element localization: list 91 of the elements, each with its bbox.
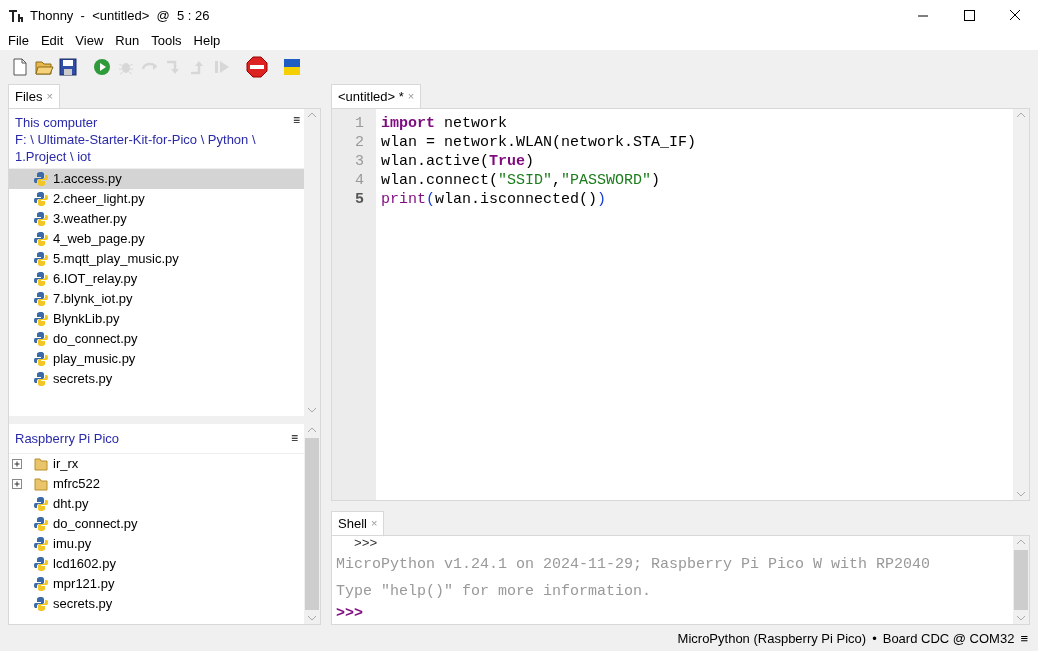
scrollbar[interactable] [304, 424, 320, 624]
shell-output: Type "help()" for more information. [336, 582, 652, 602]
port-status[interactable]: Board CDC @ COM32 [882, 629, 1015, 649]
location-title: Raspberry Pi Pico [15, 430, 120, 448]
status-separator: • [872, 630, 877, 649]
run-icon[interactable] [92, 57, 112, 77]
directory-entry[interactable]: 6.IOT_relay.py [9, 269, 304, 289]
expand-icon[interactable] [11, 477, 23, 490]
new-file-icon[interactable] [10, 57, 30, 77]
python-file-icon [33, 211, 49, 227]
shell-prompt: >>> [353, 536, 378, 551]
directory-entry[interactable]: BlynkLib.py [9, 309, 304, 329]
directory-entry[interactable]: 3.weather.py [9, 209, 304, 229]
scroll-up-icon[interactable] [1016, 538, 1026, 546]
directory-entry[interactable]: do_connect.py [9, 329, 304, 349]
directory-entry[interactable]: mfrc522 [9, 473, 304, 494]
directory-entry[interactable]: 4_web_page.py [9, 229, 304, 249]
python-file-icon [33, 271, 49, 287]
path-breadcrumb[interactable]: F: \ Ultimate-Starter-Kit-for-Pico \ Python \ 1.Project \ iot [15, 131, 298, 165]
save-icon[interactable] [58, 57, 78, 77]
shell-tab[interactable]: Shell × [331, 511, 385, 535]
directory-entry[interactable]: secrets.py [9, 369, 304, 389]
status-menu-icon[interactable]: ≡ [1020, 629, 1028, 649]
line-number: 4 [354, 171, 364, 190]
python-file-icon [33, 595, 49, 612]
python-file-icon [33, 555, 49, 572]
code-line: wlan = network.WLAN(network.STA_IF) [381, 133, 697, 152]
interpreter-status[interactable]: MicroPython (Raspberry Pi Pico) [677, 629, 867, 649]
line-number: 2 [354, 133, 364, 152]
scroll-down-icon[interactable] [1016, 614, 1026, 622]
directory-entry[interactable]: do_connect.py [9, 513, 304, 534]
directory-entry[interactable]: lcd1602.py [9, 553, 304, 574]
python-file-icon [33, 251, 49, 267]
python-file-icon [33, 311, 49, 327]
line-number: 5 [354, 190, 364, 209]
directory-entry[interactable]: 1.access.py [9, 169, 304, 189]
expand-icon[interactable] [11, 457, 23, 470]
code-line: wlan.connect("SSID","PASSWORD") [381, 171, 661, 190]
files-tab[interactable]: Files × [8, 84, 60, 108]
scroll-down-icon[interactable] [307, 406, 317, 414]
scrollbar[interactable] [304, 109, 320, 416]
folder-icon [33, 475, 49, 492]
python-file-icon [33, 575, 49, 592]
panel-menu-icon[interactable]: ≡ [293, 112, 300, 129]
scrollbar[interactable] [1013, 109, 1029, 500]
directory-entry[interactable]: imu.py [9, 533, 304, 554]
menu-item[interactable]: Help [187, 31, 227, 51]
directory-entry[interactable]: secrets.py [9, 593, 304, 614]
stop-sign-icon[interactable] [246, 56, 268, 78]
python-file-icon [33, 515, 49, 532]
directory-entry[interactable]: ir_rx [9, 453, 304, 474]
app-logo-icon [8, 8, 24, 24]
scroll-up-icon[interactable] [307, 111, 317, 119]
scroll-up-icon[interactable] [307, 426, 317, 434]
scroll-down-icon[interactable] [307, 614, 317, 622]
code-line: print(wlan.isconnected()) [381, 190, 607, 209]
shell-prompt[interactable]: >>> [336, 605, 363, 623]
directory-entry[interactable]: 5.mqtt_play_music.py [9, 249, 304, 269]
python-file-icon [33, 291, 49, 307]
window-title: Thonny - <untitled> @ 5 : 26 [30, 7, 210, 26]
python-file-icon [33, 331, 49, 347]
python-file-icon [33, 371, 49, 387]
directory-entry[interactable]: mpr121.py [9, 573, 304, 594]
python-file-icon [33, 231, 49, 247]
menu-item[interactable]: Tools [145, 31, 188, 51]
python-file-icon [33, 351, 49, 367]
scrollbar[interactable] [1013, 536, 1029, 624]
line-number: 1 [354, 114, 364, 133]
directory-entry[interactable]: play_music.py [9, 349, 304, 369]
code-line: wlan.active(True) [381, 152, 535, 171]
shell-output: MicroPython v1.24.1 on 2024-11-29; Raspberry Pi Pico W with RP2040 [336, 555, 931, 575]
directory-entry[interactable]: dht.py [9, 493, 304, 514]
menu-item[interactable]: Edit [34, 31, 70, 51]
line-number: 3 [354, 152, 364, 171]
scroll-up-icon[interactable] [1016, 111, 1026, 119]
flag-icon[interactable] [282, 57, 302, 77]
menu-item[interactable]: Run [109, 31, 146, 51]
menu-item[interactable]: View [69, 31, 110, 51]
directory-entry[interactable]: 2.cheer_light.py [9, 189, 304, 209]
editor-tab[interactable]: <untitled> * × [331, 84, 422, 108]
python-file-icon [33, 191, 49, 207]
directory-entry[interactable]: 7.blynk_iot.py [9, 289, 304, 309]
panel-menu-icon[interactable]: ≡ [291, 429, 298, 449]
code-line: import network [381, 114, 508, 133]
scroll-down-icon[interactable] [1016, 490, 1026, 498]
menu-item[interactable]: File [2, 31, 35, 51]
python-file-icon [33, 495, 49, 512]
location-title: This computer [15, 114, 98, 131]
python-file-icon [33, 171, 49, 187]
python-file-icon [33, 535, 49, 552]
folder-icon [33, 455, 49, 472]
